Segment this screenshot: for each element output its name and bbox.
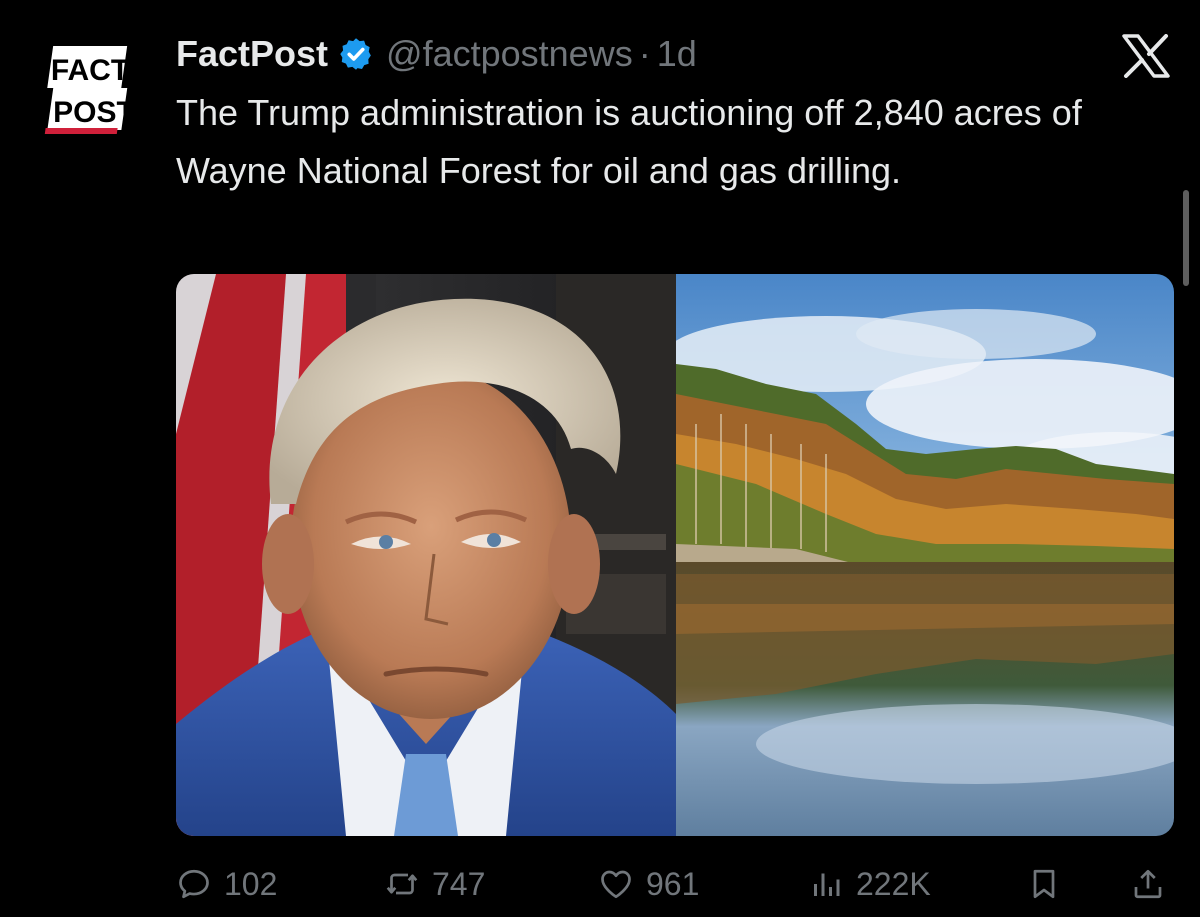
- tweet-header: FactPost @factpostnews · 1d: [176, 28, 697, 80]
- repost-icon: [384, 866, 420, 902]
- reply-icon: [176, 866, 212, 902]
- views-button[interactable]: 222K: [808, 856, 931, 912]
- reply-button[interactable]: 102: [176, 856, 277, 912]
- views-chart-icon: [808, 866, 844, 902]
- logo-text-fact: FACT: [51, 54, 129, 87]
- share-icon: [1130, 866, 1166, 902]
- like-button[interactable]: 961: [598, 856, 699, 912]
- account-handle[interactable]: @factpostnews: [386, 33, 633, 75]
- scrollbar-thumb[interactable]: [1183, 190, 1189, 286]
- heart-icon: [598, 866, 634, 902]
- bookmark-icon: [1026, 866, 1062, 902]
- views-count: 222K: [856, 865, 931, 902]
- share-button[interactable]: [1130, 856, 1166, 912]
- x-logo-icon: [1120, 34, 1172, 78]
- portrait-photo[interactable]: [176, 274, 676, 836]
- forest-lake-photo[interactable]: [676, 274, 1174, 836]
- account-avatar[interactable]: FACT POST: [38, 40, 142, 150]
- tweet-media[interactable]: [176, 274, 1174, 836]
- repost-count: 747: [432, 865, 486, 902]
- tweet-actions: 102 747 961 222K: [176, 856, 1176, 912]
- tweet-text: The Trump administration is auctioning o…: [176, 92, 1082, 191]
- repost-button[interactable]: 747: [384, 856, 485, 912]
- logo-text-post: POST: [53, 96, 135, 129]
- like-count: 961: [646, 865, 700, 902]
- reply-count: 102: [224, 865, 278, 902]
- display-name[interactable]: FactPost: [176, 33, 328, 75]
- verified-badge-icon: [338, 36, 374, 72]
- bookmark-button[interactable]: [1026, 856, 1062, 912]
- post-timestamp[interactable]: 1d: [657, 33, 697, 75]
- separator-dot: ·: [638, 33, 651, 74]
